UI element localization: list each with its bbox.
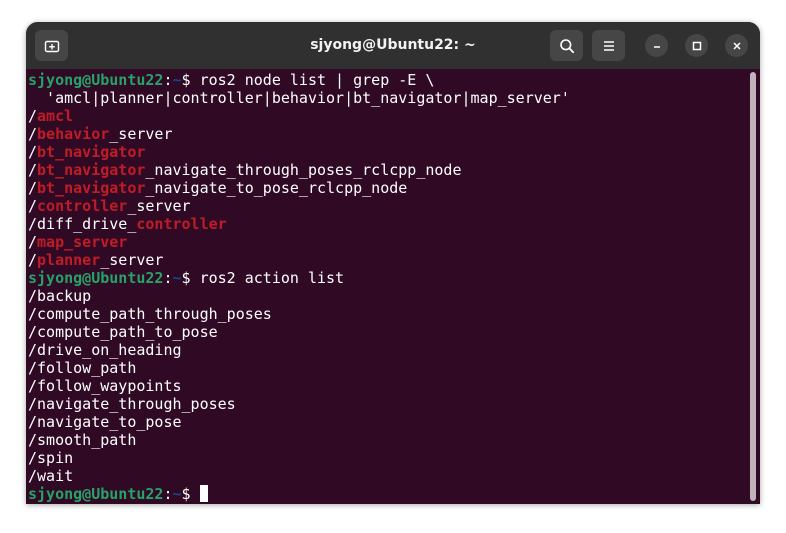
- grep-match: map_server: [37, 233, 128, 251]
- output-line: /drive_on_heading: [28, 341, 570, 359]
- prompt-user-host: sjyong@Ubuntu22: [28, 269, 164, 287]
- output-text: /smooth_path: [28, 431, 137, 449]
- prompt-colon: :: [163, 485, 173, 503]
- output-line: /smooth_path: [28, 431, 570, 449]
- output-text: _server: [100, 251, 164, 269]
- output-text: _navigate_through_poses_rclcpp_node: [145, 161, 462, 179]
- close-icon: [732, 41, 741, 50]
- prompt-path: ~: [172, 485, 182, 503]
- output-text: /wait: [28, 467, 74, 485]
- grep-match: amcl: [37, 107, 74, 125]
- output-line: 'amcl|planner|controller|behavior|bt_nav…: [28, 89, 570, 107]
- scrollbar[interactable]: [750, 72, 756, 501]
- output-text: /navigate_through_poses: [28, 395, 236, 413]
- output-line: /compute_path_through_poses: [28, 305, 570, 323]
- minimize-icon: [653, 45, 660, 48]
- minimize-button[interactable]: [645, 34, 668, 57]
- terminal-window: sjyong@Ubuntu22: ~ sjyong@Ubuntu22:~$ ro…: [26, 22, 760, 504]
- output-text: /: [28, 233, 38, 251]
- output-text: /navigate_to_pose: [28, 413, 182, 431]
- output-text: /spin: [28, 449, 74, 467]
- output-text: /follow_waypoints: [28, 377, 182, 395]
- grep-match: controller: [37, 197, 128, 215]
- prompt-colon: :: [163, 71, 173, 89]
- output-line: /navigate_through_poses: [28, 395, 570, 413]
- output-line: /backup: [28, 287, 570, 305]
- output-line: /planner_server: [28, 251, 570, 269]
- output-line: /bt_navigator_navigate_through_poses_rcl…: [28, 161, 570, 179]
- prompt-symbol: $: [181, 71, 200, 89]
- prompt-user-host: sjyong@Ubuntu22: [28, 485, 164, 503]
- command-text: ros2 node list | grep -E \: [199, 71, 435, 89]
- search-icon: [559, 38, 574, 53]
- output-text: /: [28, 125, 38, 143]
- grep-match: bt_navigator: [37, 143, 146, 161]
- output-text: /: [28, 161, 38, 179]
- text-cursor: [199, 485, 208, 502]
- new-tab-icon: [44, 40, 59, 52]
- output-line: /bt_navigator: [28, 143, 570, 161]
- prompt-user-host: sjyong@Ubuntu22: [28, 71, 164, 89]
- output-line: /diff_drive_controller: [28, 215, 570, 233]
- output-text: /diff_drive_: [28, 215, 137, 233]
- output-line: /controller_server: [28, 197, 570, 215]
- command-text: ros2 action list: [199, 269, 345, 287]
- search-button[interactable]: [550, 30, 583, 61]
- hamburger-menu-icon: [603, 40, 614, 51]
- menu-button[interactable]: [592, 30, 625, 61]
- terminal-lines: sjyong@Ubuntu22:~$ ros2 node list | grep…: [28, 71, 570, 503]
- maximize-button[interactable]: [685, 34, 708, 57]
- output-text: /: [28, 143, 38, 161]
- terminal-output[interactable]: sjyong@Ubuntu22:~$ ros2 node list | grep…: [26, 69, 760, 504]
- grep-match: behavior: [37, 125, 110, 143]
- output-text: /follow_path: [28, 359, 137, 377]
- output-text: /compute_path_through_poses: [28, 305, 272, 323]
- prompt-line: sjyong@Ubuntu22:~$ ros2 node list | grep…: [28, 71, 570, 89]
- output-line: /spin: [28, 449, 570, 467]
- output-text: /: [28, 179, 38, 197]
- grep-match: planner: [37, 251, 101, 269]
- output-line: /bt_navigator_navigate_to_pose_rclcpp_no…: [28, 179, 570, 197]
- prompt-path: ~: [172, 269, 182, 287]
- close-button[interactable]: [725, 34, 748, 57]
- output-text: /drive_on_heading: [28, 341, 182, 359]
- prompt-symbol: $: [181, 485, 200, 503]
- prompt-colon: :: [163, 269, 173, 287]
- output-text: /: [28, 107, 38, 125]
- output-text: /: [28, 251, 38, 269]
- prompt-path: ~: [172, 71, 182, 89]
- output-line: /follow_path: [28, 359, 570, 377]
- output-line: /compute_path_to_pose: [28, 323, 570, 341]
- new-tab-button[interactable]: [35, 30, 68, 61]
- grep-match: bt_navigator: [37, 161, 146, 179]
- output-line: /navigate_to_pose: [28, 413, 570, 431]
- output-text: /: [28, 197, 38, 215]
- output-text: _navigate_to_pose_rclcpp_node: [145, 179, 408, 197]
- output-line: /behavior_server: [28, 125, 570, 143]
- output-text: _server: [127, 197, 191, 215]
- output-line: /amcl: [28, 107, 570, 125]
- grep-match: controller: [136, 215, 227, 233]
- output-line: /wait: [28, 467, 570, 485]
- output-text: _server: [109, 125, 173, 143]
- output-text: /compute_path_to_pose: [28, 323, 218, 341]
- output-line: /map_server: [28, 233, 570, 251]
- header-bar: sjyong@Ubuntu22: ~: [26, 22, 760, 69]
- output-line: /follow_waypoints: [28, 377, 570, 395]
- maximize-icon: [692, 41, 701, 50]
- output-text: /backup: [28, 287, 92, 305]
- output-text: 'amcl|planner|controller|behavior|bt_nav…: [28, 89, 570, 107]
- prompt-line: sjyong@Ubuntu22:~$ ros2 action list: [28, 269, 570, 287]
- grep-match: bt_navigator: [37, 179, 146, 197]
- prompt-line: sjyong@Ubuntu22:~$: [28, 485, 570, 503]
- prompt-symbol: $: [181, 269, 200, 287]
